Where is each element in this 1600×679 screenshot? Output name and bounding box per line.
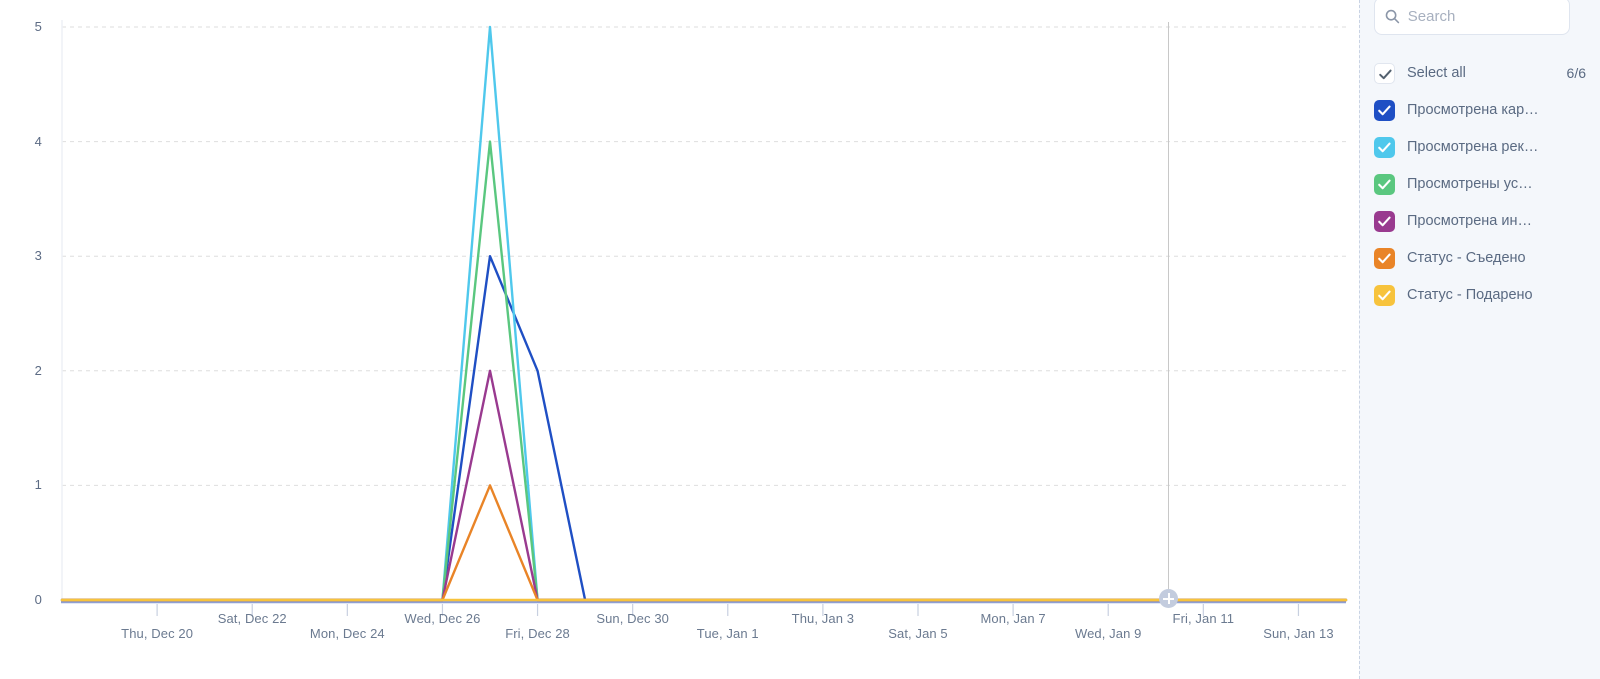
- search-icon: [1385, 9, 1400, 23]
- x-axis-tick-label: Thu, Jan 3: [791, 611, 855, 626]
- search-input[interactable]: [1407, 7, 1559, 25]
- y-axis-tick-label: 2: [34, 362, 42, 378]
- x-axis-tick-label: Thu, Dec 20: [121, 626, 194, 641]
- legend-item-label: Просмотрена рек…: [1407, 139, 1539, 155]
- legend-item-2[interactable]: Просмотрены ус…: [1374, 171, 1588, 197]
- select-all-label: Select all: [1407, 65, 1466, 81]
- check-icon: [1378, 179, 1391, 189]
- legend-select-all-row[interactable]: Select all 6/6: [1374, 60, 1588, 86]
- analytics-chart-screen: 5 4 3 2 1 0 Thu, Dec 20 Sat, Dec 22 Mon, Dec 24…: [0, 0, 1600, 679]
- legend-item-label: Просмотрены ус…: [1407, 176, 1533, 192]
- legend-panel: Select all 6/6 Просмотрена кар… Просмотре…: [1359, 0, 1600, 679]
- legend-item-label: Просмотрена кар…: [1407, 102, 1539, 118]
- legend-item-3[interactable]: Просмотрена ин…: [1374, 208, 1588, 234]
- legend-checkbox-5[interactable]: [1374, 284, 1395, 306]
- x-axis-tick-label: Sat, Jan 5: [888, 626, 948, 641]
- series-line-0[interactable]: [60, 255, 1348, 602]
- check-icon: [1378, 253, 1391, 263]
- check-icon: [1378, 142, 1391, 152]
- series-line-4[interactable]: [60, 484, 1348, 602]
- plus-circle-icon[interactable]: [1159, 589, 1178, 608]
- x-axis-tick-label: Mon, Jan 7: [980, 611, 1046, 626]
- chart-pane: 5 4 3 2 1 0 Thu, Dec 20 Sat, Dec 22 Mon, Dec 24…: [0, 0, 1359, 679]
- legend-checkbox-1[interactable]: [1374, 136, 1395, 158]
- series-line-1[interactable]: [60, 25, 1348, 602]
- selected-count: 6/6: [1566, 65, 1586, 81]
- x-axis-tick-label: Tue, Jan 1: [696, 626, 759, 641]
- line-chart[interactable]: [0, 0, 1359, 679]
- legend-checkbox-4[interactable]: [1374, 247, 1395, 269]
- x-axis-tick-label: Wed, Dec 26: [404, 611, 481, 626]
- legend-item-0[interactable]: Просмотрена кар…: [1374, 97, 1588, 123]
- y-axis-tick-label: 1: [34, 477, 42, 493]
- legend-checkbox-3[interactable]: [1374, 210, 1395, 232]
- legend-item-label: Просмотрена ин…: [1407, 213, 1532, 229]
- x-axis-tick-label: Sun, Dec 30: [596, 611, 669, 626]
- y-axis-tick-label: 4: [34, 133, 42, 149]
- x-axis-tick-label: Wed, Jan 9: [1074, 626, 1142, 641]
- legend-item-label: Статус - Съедено: [1407, 250, 1526, 266]
- legend-item-4[interactable]: Статус - Съедено: [1374, 245, 1588, 271]
- x-axis-tick-label: Sat, Dec 22: [217, 611, 287, 626]
- legend-item-label: Статус - Подарено: [1407, 287, 1533, 303]
- legend-checkbox-2[interactable]: [1374, 173, 1395, 195]
- select-all-checkbox[interactable]: [1374, 62, 1395, 84]
- x-axis-tick-label: Fri, Dec 28: [505, 626, 570, 641]
- y-axis-tick-label: 5: [34, 19, 42, 34]
- legend-item-1[interactable]: Просмотрена рек…: [1374, 134, 1588, 160]
- x-axis-tick-label: Fri, Jan 11: [1172, 611, 1235, 626]
- check-icon: [1379, 69, 1392, 79]
- search-box[interactable]: [1374, 0, 1570, 35]
- x-axis-tick-label: Sun, Jan 13: [1263, 626, 1334, 641]
- check-icon: [1378, 290, 1391, 300]
- legend-item-5[interactable]: Статус - Подарено: [1374, 282, 1588, 308]
- legend-checkbox-0[interactable]: [1374, 99, 1395, 121]
- check-icon: [1378, 216, 1391, 226]
- check-icon: [1378, 105, 1391, 115]
- x-axis-tick-label: Mon, Dec 24: [309, 626, 385, 641]
- y-axis-tick-label: 3: [34, 248, 42, 264]
- y-axis-tick-label: 0: [34, 592, 42, 607]
